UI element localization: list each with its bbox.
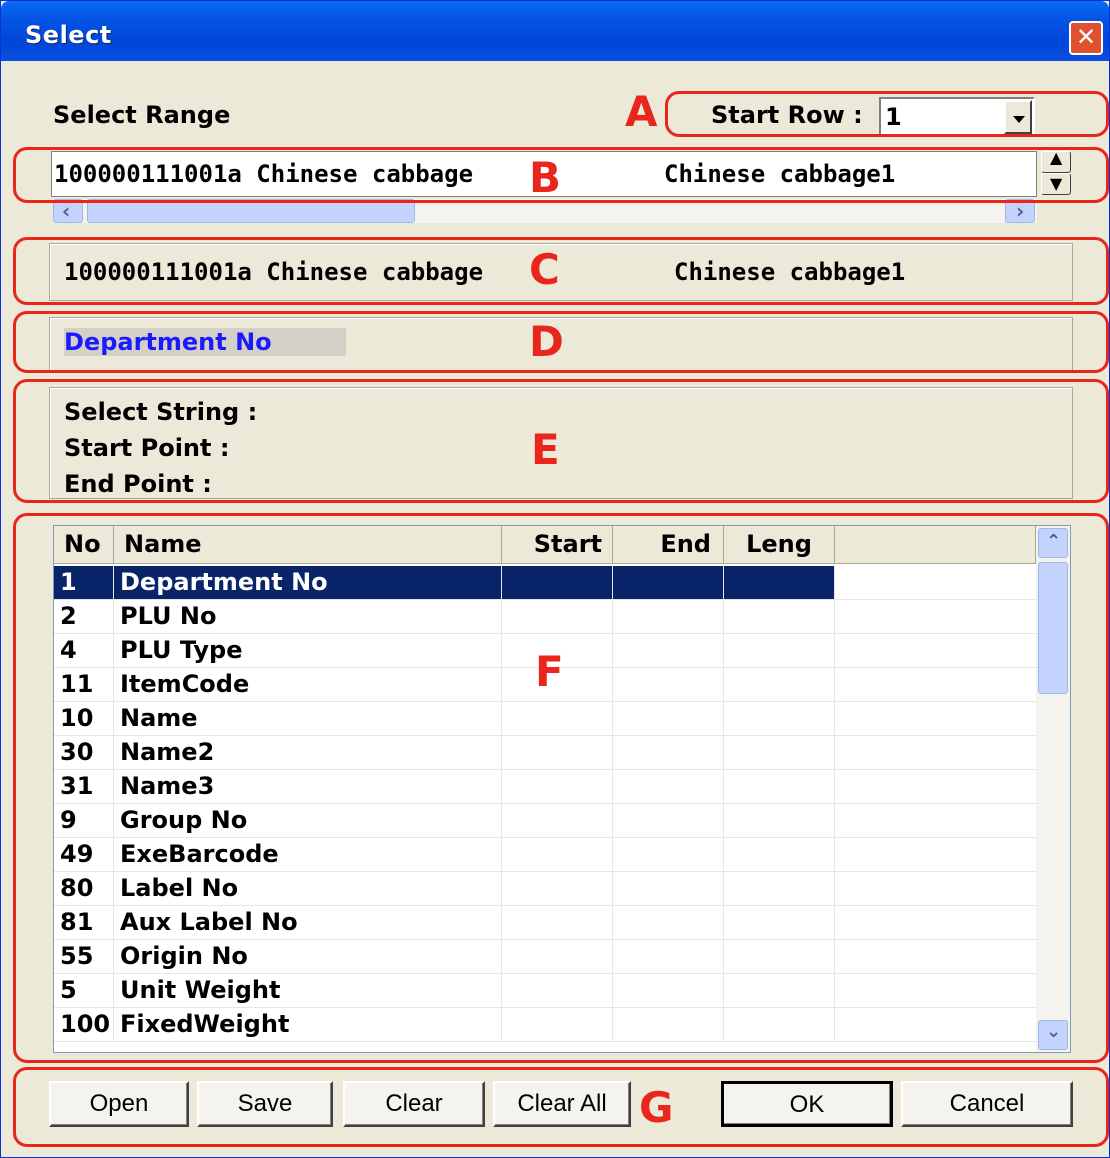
close-icon[interactable]: ✕ xyxy=(1069,21,1103,55)
annotation-label-e: E xyxy=(531,425,560,474)
chevron-right-icon: › xyxy=(1016,199,1025,223)
select-dialog: Select ✕ Select Range Start Row : 1 1000… xyxy=(0,0,1110,1158)
annotation-label-b: B xyxy=(529,153,562,202)
annotation-label-f: F xyxy=(535,647,564,696)
annotation-box-g xyxy=(13,1067,1109,1147)
window-title: Select xyxy=(25,21,112,49)
annotation-box-f xyxy=(13,513,1109,1063)
annotation-label-g: G xyxy=(639,1083,674,1132)
annotation-box-c xyxy=(13,237,1109,305)
annotation-label-c: C xyxy=(529,245,560,294)
annotation-box-e xyxy=(13,379,1109,503)
annotation-label-d: D xyxy=(529,317,564,366)
title-bar[interactable]: Select ✕ xyxy=(1,1,1109,61)
select-range-label: Select Range xyxy=(53,101,231,129)
annotation-label-a: A xyxy=(625,87,658,136)
annotation-box-a xyxy=(665,91,1109,137)
chevron-left-icon: ‹ xyxy=(62,199,71,223)
